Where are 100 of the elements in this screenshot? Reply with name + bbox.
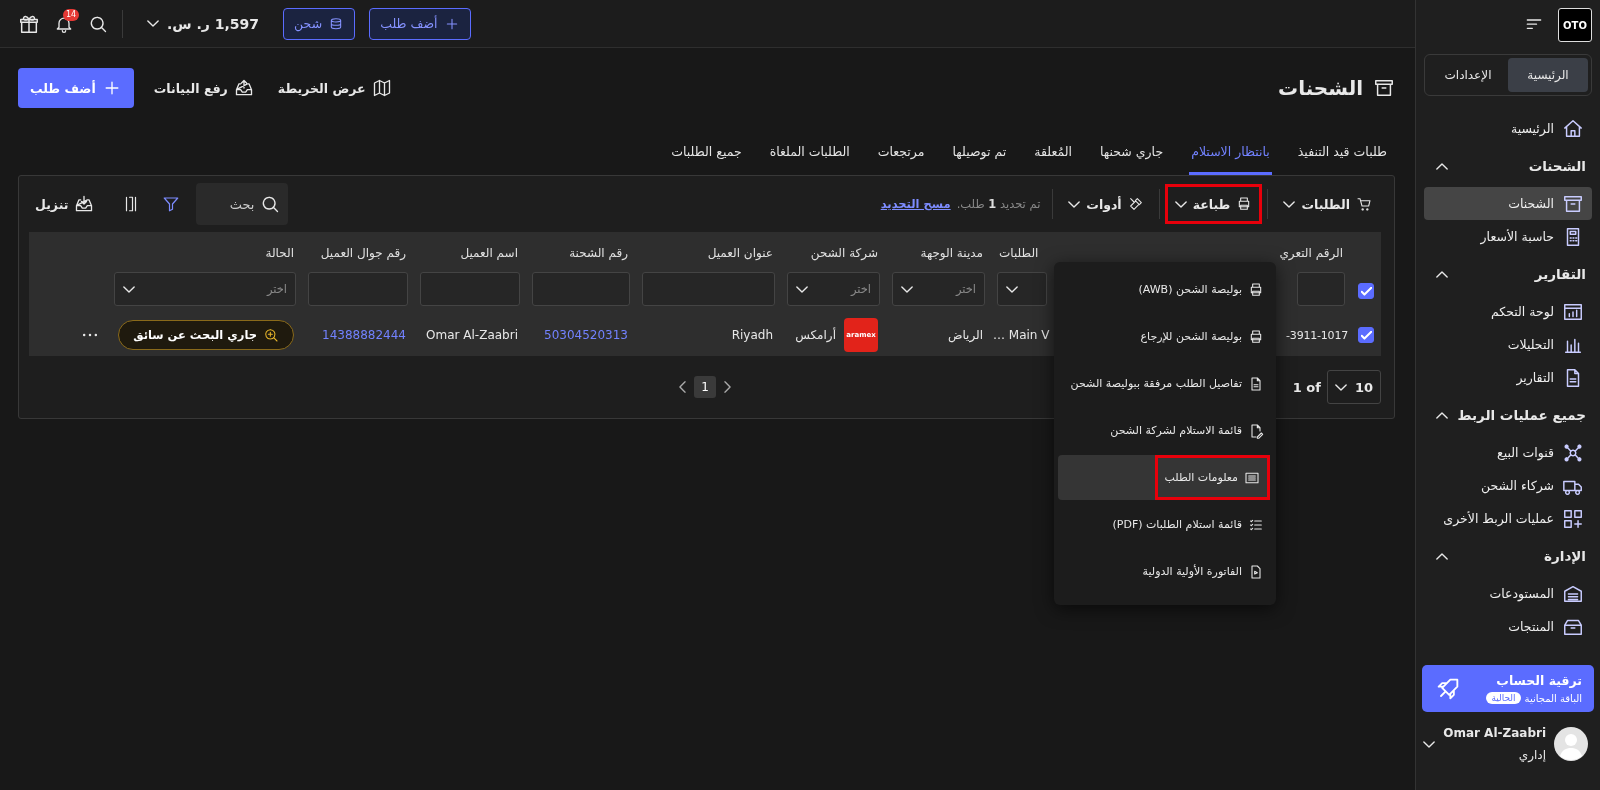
chevron-down-icon — [123, 285, 135, 293]
column-header: الحالة — [265, 246, 294, 260]
filter-field[interactable] — [1297, 272, 1345, 306]
table-cell: Riyadh — [731, 328, 773, 342]
chevron-down-icon — [1068, 200, 1081, 208]
network-icon — [1562, 441, 1584, 464]
action-link[interactable]: عرض الخريطة — [273, 78, 396, 98]
balance-dropdown[interactable]: 1,597 ر. س. — [141, 14, 266, 33]
chevron-down-icon — [901, 285, 913, 293]
nav-item[interactable]: المنتجات — [1424, 610, 1592, 643]
menu-button[interactable]: أدوات — [1059, 185, 1153, 223]
table-cell: Omar Al-Zaabri — [426, 328, 518, 342]
nav-item[interactable]: قنوات البيع — [1424, 436, 1592, 469]
column-header: الرقم التعري — [1279, 246, 1343, 260]
page-size-dropdown[interactable]: 10 — [1326, 370, 1381, 404]
column-header: رقم الشحنة — [569, 246, 628, 260]
chevron-down-icon[interactable] — [1423, 740, 1436, 748]
top-bar-button[interactable]: أضف طلب — [369, 7, 471, 40]
check-icon — [1360, 330, 1372, 340]
nav-item[interactable]: الرئيسية — [1424, 112, 1592, 145]
filter-field[interactable] — [532, 272, 630, 306]
tab[interactable]: الطلبات الملغاة — [767, 131, 852, 175]
top-bar-button[interactable]: شحن — [283, 7, 356, 40]
chevron-down-icon — [796, 285, 808, 293]
nav-item[interactable]: التقارير — [1424, 361, 1592, 394]
printer-icon — [1248, 281, 1264, 298]
chevron-up-icon[interactable] — [1436, 162, 1448, 170]
tab[interactable]: المُعلقة — [1032, 131, 1074, 175]
nav-item[interactable]: لوحة التحكم — [1424, 295, 1592, 328]
filter-field[interactable] — [420, 272, 520, 306]
nav-item[interactable]: التحليلات — [1424, 328, 1592, 361]
chevron-right-icon[interactable] — [724, 381, 731, 393]
page-title: الشحنات — [1278, 76, 1363, 100]
tab[interactable]: تم توصيلها — [950, 131, 1009, 175]
sidebar-tab[interactable]: الرئيسية — [1508, 58, 1588, 92]
filter-dropdown[interactable]: اختر — [892, 272, 985, 306]
page-button[interactable]: 1 — [694, 376, 716, 398]
download-icon — [74, 194, 95, 214]
tab[interactable]: مرتجعات — [875, 131, 927, 175]
menu-item[interactable]: بوليصة الشحن (AWB) — [1058, 267, 1270, 312]
cart-icon — [1356, 196, 1372, 212]
menu-button[interactable]: الطلبات — [1274, 185, 1381, 223]
sidebar-tab[interactable]: الإعدادات — [1428, 58, 1508, 92]
section-title: الإدارة — [1544, 548, 1586, 564]
user-name: Omar Al-Zaabri — [1443, 726, 1546, 740]
table-link[interactable]: 14388882444 — [322, 328, 406, 342]
chevron-down-icon — [1006, 285, 1018, 293]
printer-icon — [1248, 328, 1264, 345]
download-button[interactable]: تنزيل — [29, 194, 101, 214]
plan-badge: الحالية — [1486, 692, 1521, 704]
status-badge: جاري البحث عن سائق — [118, 320, 294, 350]
menu-item[interactable]: تفاصيل الطلب مرفقة ببوليصة الشحن — [1058, 361, 1270, 406]
chevron-left-icon[interactable] — [679, 381, 686, 393]
chevron-up-icon[interactable] — [1436, 270, 1448, 278]
search-icon — [260, 194, 281, 214]
search-field[interactable]: بحث — [196, 183, 289, 225]
search-input[interactable]: بحث — [202, 195, 257, 213]
logo[interactable]: OTO — [1558, 8, 1592, 42]
nav-item[interactable]: المستودعات — [1424, 577, 1592, 610]
add-button[interactable]: أضف طلب — [18, 68, 134, 108]
search-icon — [263, 327, 279, 343]
menu-button[interactable]: طباعة — [1165, 185, 1262, 223]
nav-item[interactable]: عمليات الربط الأخرى — [1424, 502, 1592, 535]
tab[interactable]: طلبات قيد التنفيذ — [1295, 131, 1389, 175]
menu-item[interactable]: معلومات الطلب — [1058, 455, 1270, 500]
filter-dropdown[interactable]: اختر — [114, 272, 296, 306]
menu-item[interactable]: الفاتورة الأولية الدولية — [1058, 549, 1270, 594]
menu-item[interactable]: قائمة الاستلام لشركة الشحن — [1058, 408, 1270, 453]
plan-name: الباقة المجانية — [1524, 692, 1582, 704]
clear-selection-link[interactable]: مسح التحديد — [880, 197, 951, 211]
column-header: رقم جوال العميل — [320, 246, 406, 260]
upgrade-card[interactable]: ترقية الحساب الباقة المجانية الحالية — [1422, 665, 1594, 712]
tab[interactable]: جاري شحنها — [1097, 131, 1166, 175]
table-link[interactable]: 50304520313 — [544, 328, 628, 342]
avatar — [1554, 727, 1588, 761]
filter-field[interactable] — [642, 272, 775, 306]
table-cell: Main V … — [993, 328, 1050, 342]
section-title: الشحنات — [1528, 158, 1586, 174]
chevron-up-icon[interactable] — [1436, 411, 1448, 419]
nav-item[interactable]: الشحنات — [1424, 187, 1592, 220]
filter-field[interactable] — [308, 272, 408, 306]
column-header: شركة الشحن — [810, 246, 878, 260]
row-checkbox[interactable] — [1358, 327, 1374, 343]
chevron-up-icon[interactable] — [1436, 552, 1448, 560]
carrier-name: أرامكس — [795, 328, 836, 342]
grid-plus-icon — [1562, 507, 1584, 530]
filter-icon[interactable] — [162, 195, 181, 213]
upload-icon — [233, 78, 254, 98]
map-icon — [371, 78, 392, 98]
action-link[interactable]: رفع البيانات — [149, 78, 258, 98]
select-all-checkbox[interactable] — [1358, 283, 1374, 299]
tab[interactable]: جميع الطلبات — [669, 131, 744, 175]
nav-item[interactable]: شركاء الشحن — [1424, 469, 1592, 502]
menu-item[interactable]: بوليصة الشحن للإرجاع — [1058, 314, 1270, 359]
filter-dropdown[interactable]: اختر — [787, 272, 880, 306]
menu-item[interactable]: قائمة استلام الطلبات (PDF) — [1058, 502, 1270, 547]
tools-icon — [1127, 196, 1144, 212]
page-count: 1 of — [1292, 379, 1321, 395]
table-cell: -3911-1017 — [1286, 328, 1348, 342]
nav-item[interactable]: حاسبة الأسعار — [1424, 220, 1592, 253]
